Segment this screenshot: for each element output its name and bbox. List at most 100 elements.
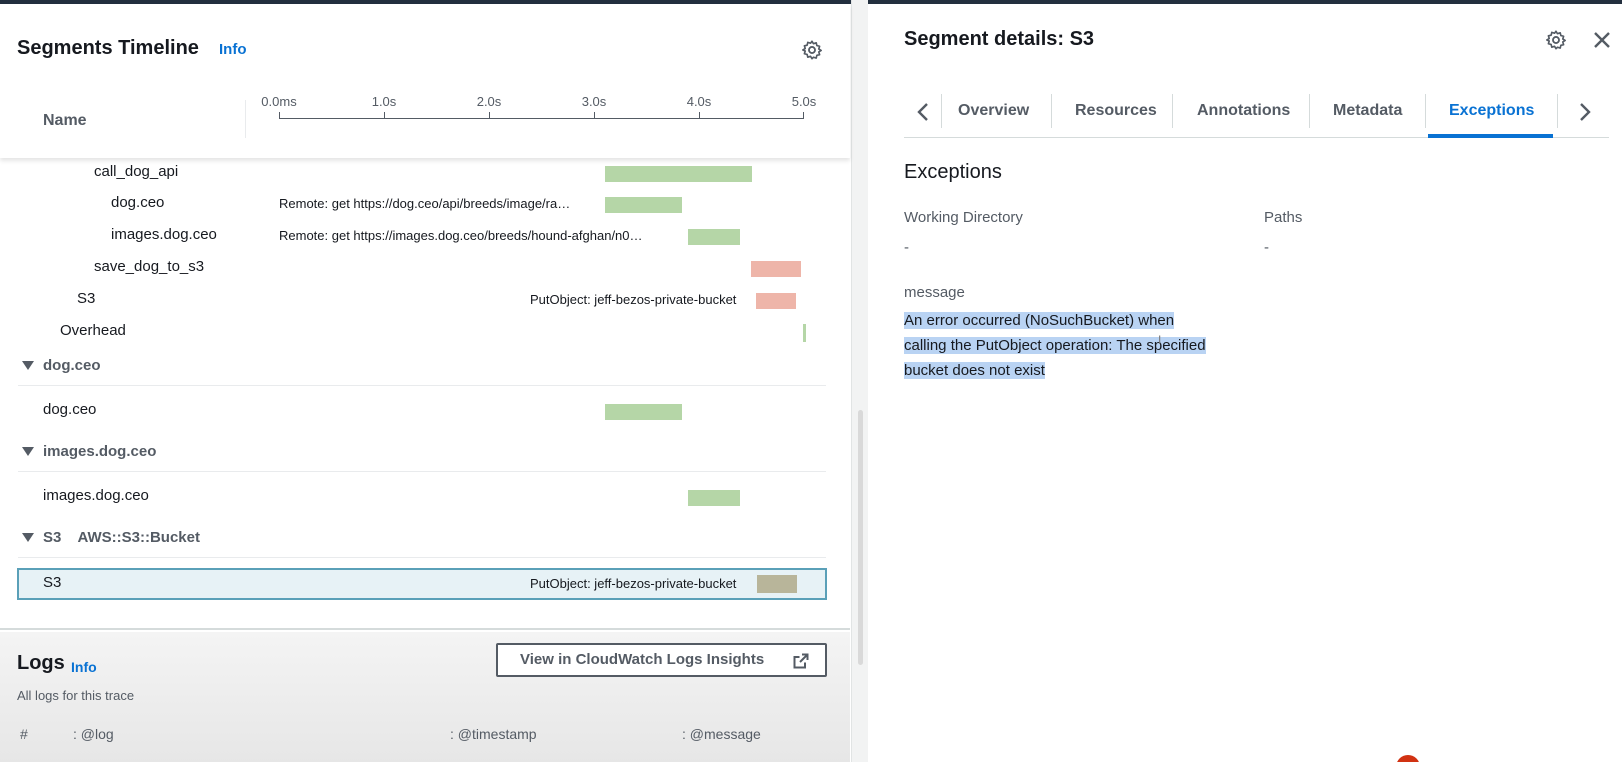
group-name: S3 AWS::S3::Bucket <box>43 529 200 546</box>
segment-name: dog.ceo <box>43 401 97 418</box>
close-icon[interactable] <box>1592 30 1612 50</box>
vertical-scrollbar[interactable] <box>858 410 863 665</box>
segment-description: Remote: get https://images.dog.ceo/breed… <box>279 228 643 243</box>
group-row-s3[interactable]: S3 AWS::S3::Bucket <box>18 520 826 558</box>
logs-section: Logs Info All logs for this trace View i… <box>0 632 850 762</box>
segment-name: S3 <box>77 290 96 307</box>
tick-label: 3.0s <box>581 94 607 109</box>
tab-separator <box>1309 94 1310 128</box>
collapse-caret-icon[interactable] <box>22 447 34 456</box>
paths-value: - <box>1264 239 1269 256</box>
logs-subtitle: All logs for this trace <box>17 688 135 703</box>
active-tab-indicator <box>1428 134 1553 138</box>
tab-separator <box>1557 94 1558 128</box>
tick-label: 2.0s <box>476 94 502 109</box>
tick-label: 0.0ms <box>261 94 297 109</box>
message-label: message <box>904 284 965 301</box>
segment-row[interactable]: S3 PutObject: jeff-bezos-private-bucket <box>0 285 850 317</box>
segment-row[interactable]: Overhead <box>0 317 850 349</box>
segment-row[interactable]: images.dog.ceo Remote: get https://image… <box>0 221 850 253</box>
segment-details-panel: Segment details: S3 Overview Resources A… <box>868 4 1622 762</box>
axis-tick <box>803 112 804 118</box>
segment-description: Remote: get https://dog.ceo/api/breeds/i… <box>279 196 571 211</box>
working-directory-value: - <box>904 239 909 256</box>
segment-bar[interactable] <box>803 324 806 342</box>
collapse-caret-icon[interactable] <box>22 533 34 542</box>
axis-tick <box>384 112 385 118</box>
segment-name: S3 <box>43 574 62 591</box>
timeline-info-link[interactable]: Info <box>219 41 247 58</box>
paths-label: Paths <box>1264 209 1303 226</box>
view-in-cloudwatch-button[interactable]: View in CloudWatch Logs Insights <box>496 643 827 677</box>
group-name: dog.ceo <box>43 357 101 374</box>
tab-metadata[interactable]: Metadata <box>1333 102 1402 120</box>
selected-segment-row[interactable]: S3 PutObject: jeff-bezos-private-bucket <box>17 568 827 600</box>
segment-bar[interactable] <box>757 575 797 593</box>
tab-separator <box>1051 94 1052 128</box>
tab-overview[interactable]: Overview <box>958 102 1029 120</box>
logs-title: Logs <box>17 652 65 674</box>
segment-details-title: Segment details: S3 <box>904 28 1095 50</box>
segment-row[interactable]: call_dog_api <box>0 158 850 190</box>
segment-bar[interactable] <box>756 293 796 309</box>
tab-separator <box>1425 94 1426 128</box>
group-name: images.dog.ceo <box>43 443 157 460</box>
segment-row[interactable]: save_dog_to_s3 <box>0 253 850 285</box>
logs-info-link[interactable]: Info <box>71 659 97 675</box>
group-row-dog-ceo[interactable]: dog.ceo <box>18 348 826 386</box>
tab-annotations[interactable]: Annotations <box>1197 102 1290 120</box>
external-link-icon <box>793 653 809 669</box>
logs-column-header[interactable]: # <box>20 726 28 742</box>
segment-bar[interactable] <box>605 166 752 182</box>
tab-separator <box>941 94 942 128</box>
name-column-header: Name <box>43 112 87 129</box>
column-divider[interactable] <box>245 100 246 138</box>
collapse-caret-icon[interactable] <box>22 361 34 370</box>
logs-column-header[interactable]: : @message <box>682 726 761 742</box>
segment-bar[interactable] <box>751 261 801 277</box>
segment-bar[interactable] <box>605 404 682 420</box>
segment-bar[interactable] <box>688 229 740 245</box>
working-directory-label: Working Directory <box>904 209 1023 226</box>
segment-name: Overhead <box>60 322 126 339</box>
segment-name: call_dog_api <box>94 163 179 180</box>
segment-row[interactable]: dog.ceo <box>0 396 850 428</box>
axis-tick <box>279 112 280 118</box>
exceptions-heading: Exceptions <box>904 161 1002 183</box>
chevron-right-icon[interactable] <box>1574 100 1594 124</box>
segment-row[interactable]: images.dog.ceo <box>0 482 850 514</box>
logs-column-header[interactable]: : @timestamp <box>450 726 537 742</box>
message-line: An error occurred (NoSuchBucket) when <box>904 312 1175 329</box>
tick-label: 1.0s <box>371 94 397 109</box>
timeline-settings-gear-icon[interactable] <box>801 39 823 61</box>
message-line: bucket does not exist <box>904 362 1045 379</box>
details-settings-gear-icon[interactable] <box>1545 29 1567 51</box>
segment-bar[interactable] <box>605 197 682 213</box>
segments-timeline-card: Segments Timeline Info Name 0.0ms 1.0s 2… <box>0 4 850 630</box>
timeline-header: Segments Timeline Info Name 0.0ms 1.0s 2… <box>0 4 850 158</box>
tick-label: 4.0s <box>686 94 712 109</box>
axis-tick <box>489 112 490 118</box>
segment-name: save_dog_to_s3 <box>94 258 205 275</box>
group-row-images-dog-ceo[interactable]: images.dog.ceo <box>18 434 826 472</box>
segment-row[interactable]: dog.ceo Remote: get https://dog.ceo/api/… <box>0 189 850 221</box>
tab-separator <box>1172 94 1173 128</box>
segments-panel: Segments Timeline Info Name 0.0ms 1.0s 2… <box>0 4 850 762</box>
exception-message[interactable]: An error occurred (NoSuchBucket) when ca… <box>904 308 1244 383</box>
tab-resources[interactable]: Resources <box>1075 102 1157 120</box>
segment-name: dog.ceo <box>111 194 165 211</box>
logs-column-header[interactable]: : @log <box>73 726 114 742</box>
axis-tick <box>699 112 700 118</box>
axis-line <box>279 118 804 119</box>
button-label: View in CloudWatch Logs Insights <box>520 651 765 668</box>
time-axis: 0.0ms 1.0s 2.0s 3.0s 4.0s 5.0s <box>261 94 816 124</box>
tab-exceptions[interactable]: Exceptions <box>1449 102 1534 120</box>
timeline-title: Segments Timeline <box>17 37 199 59</box>
details-tabs: Overview Resources Annotations Metadata … <box>904 88 1609 138</box>
axis-tick <box>594 112 595 118</box>
segment-description: PutObject: jeff-bezos-private-bucket <box>530 576 737 591</box>
chevron-left-icon[interactable] <box>914 100 934 124</box>
segment-bar[interactable] <box>688 490 740 506</box>
text-cursor-icon: I <box>1158 333 1162 347</box>
segment-name: images.dog.ceo <box>43 487 149 504</box>
